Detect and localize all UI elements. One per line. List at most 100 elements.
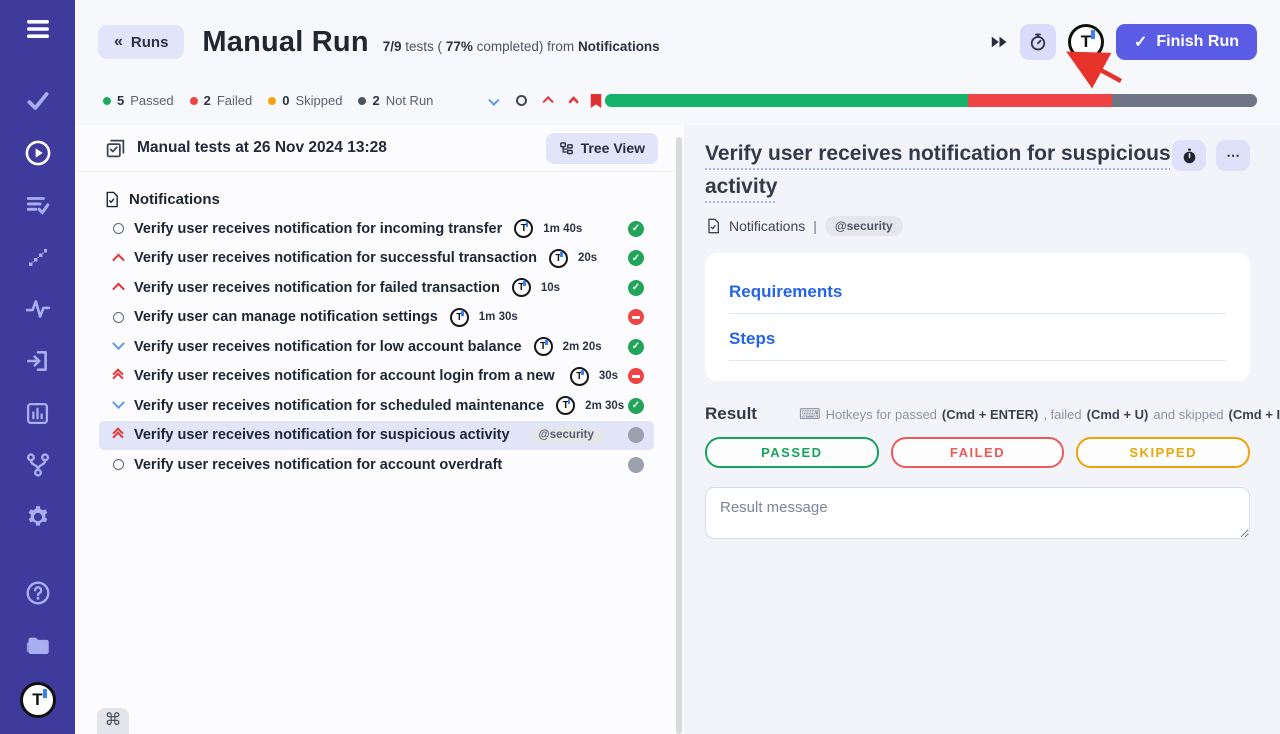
test-row[interactable]: Verify user receives notification for in… [99, 214, 654, 244]
status-icon [628, 457, 644, 473]
test-duration: 2m 30s [585, 400, 624, 412]
branch-icon[interactable] [23, 450, 53, 480]
testomat-logo-icon: T [534, 337, 553, 356]
ellipsis-icon: ⋯ [1226, 148, 1239, 164]
test-title: Verify user receives notification for in… [134, 221, 502, 237]
result-counts: 5Passed 2Failed 0Skipped 2Not Run [103, 93, 433, 108]
priority-icon [111, 369, 125, 383]
top-bar: « Runs Manual Run 7/9 tests ( 77% comple… [75, 0, 1280, 84]
command-icon: ⌘ [105, 710, 122, 730]
stairs-icon[interactable] [23, 242, 53, 272]
list-check-icon[interactable] [23, 190, 53, 220]
bar-chart-icon[interactable] [23, 398, 53, 428]
priority-icon [111, 428, 125, 442]
detail-title[interactable]: Verify user receives notification for su… [705, 137, 1172, 203]
test-duration: 2m 20s [563, 341, 602, 353]
status-icon [628, 368, 644, 384]
failed-dot-icon [190, 97, 198, 105]
priority-icon [111, 458, 125, 472]
list-scrollbar[interactable] [674, 125, 684, 734]
suite-group-notifications[interactable]: Notifications [75, 184, 674, 214]
detail-breadcrumb: Notifications | @security [705, 216, 1250, 236]
test-row[interactable]: Verify user receives notification for lo… [99, 332, 654, 362]
testomat-logo-icon: T [556, 396, 575, 415]
result-message-input[interactable] [705, 487, 1250, 539]
test-title: Verify user receives notification for ac… [134, 457, 502, 473]
test-row[interactable]: Verify user receives notification for ac… [99, 450, 654, 480]
test-tag: @security [530, 427, 603, 444]
test-row[interactable]: Verify user receives notification for ac… [99, 362, 654, 392]
test-row[interactable]: Verify user receives notification for fa… [99, 273, 654, 303]
double-chevron-up-icon[interactable] [564, 94, 578, 108]
command-key-button[interactable]: ⌘ [97, 708, 129, 734]
gear-icon[interactable] [23, 502, 53, 532]
result-heading: Result [705, 404, 757, 424]
circle-icon[interactable] [514, 94, 528, 108]
bookmark-icon[interactable] [589, 94, 603, 108]
run-stats: 7/9 tests ( 77% completed) from Notifica… [383, 39, 660, 54]
notrun-dot-icon [358, 97, 366, 105]
check-icon[interactable] [23, 86, 53, 116]
test-title: Verify user receives notification for ac… [134, 368, 555, 384]
fast-forward-icon[interactable] [991, 35, 1008, 49]
priority-icon [111, 251, 125, 265]
requirements-section[interactable]: Requirements [729, 282, 1226, 314]
timer-mode-button[interactable] [1020, 24, 1056, 60]
passed-count: 5Passed [103, 93, 174, 108]
pulse-icon[interactable] [23, 294, 53, 324]
test-row-selected[interactable]: Verify user receives notification for su… [99, 421, 654, 451]
stopwatch-icon [1181, 147, 1198, 165]
detail-timer-button[interactable] [1172, 140, 1206, 171]
chevron-down-icon[interactable] [489, 94, 503, 108]
test-duration: 10s [541, 282, 560, 294]
folder-icon[interactable] [23, 630, 53, 660]
status-bar: 5Passed 2Failed 0Skipped 2Not Run [75, 84, 1280, 125]
keyboard-icon: ⌨ [799, 405, 821, 423]
tree-view-button[interactable]: Tree View [546, 133, 658, 164]
skipped-button[interactable]: SKIPPED [1076, 437, 1250, 468]
test-row[interactable]: Verify user can manage notification sett… [99, 303, 654, 333]
failed-count: 2Failed [190, 93, 253, 108]
more-options-button[interactable]: ⋯ [1216, 140, 1250, 171]
chevron-up-icon[interactable] [539, 94, 553, 108]
help-icon[interactable] [23, 578, 53, 608]
test-duration: 20s [578, 252, 597, 264]
check-icon: ✓ [1134, 32, 1147, 52]
file-check-icon [705, 218, 721, 234]
progress-failed-segment [968, 94, 1113, 107]
priority-filters [489, 94, 603, 108]
run-title: Manual tests at 26 Nov 2024 13:28 [137, 139, 387, 157]
menu-icon[interactable] [23, 14, 53, 44]
security-tag[interactable]: @security [825, 216, 903, 236]
app-logo[interactable]: T [20, 682, 56, 718]
scrollbar-thumb[interactable] [676, 137, 682, 734]
passed-dot-icon [103, 97, 111, 105]
test-list-panel: Manual tests at 26 Nov 2024 13:28 Tree V… [75, 125, 674, 734]
import-icon[interactable] [23, 346, 53, 376]
test-title: Verify user receives notification for su… [134, 427, 510, 443]
passed-button[interactable]: PASSED [705, 437, 879, 468]
sidebar: T [0, 0, 75, 734]
breadcrumb-group[interactable]: Notifications [729, 218, 805, 234]
status-icon [628, 339, 644, 355]
progress-notrun-segment [1112, 94, 1257, 107]
test-detail-panel: Verify user receives notification for su… [684, 125, 1280, 734]
finish-run-button[interactable]: ✓ Finish Run [1116, 24, 1257, 60]
testomat-logo-icon: T [570, 367, 589, 386]
user-logo-avatar[interactable]: T [1068, 24, 1104, 60]
run-progress-bar[interactable] [605, 94, 1257, 107]
back-to-runs-button[interactable]: « Runs [98, 25, 184, 59]
failed-button[interactable]: FAILED [891, 437, 1065, 468]
steps-section[interactable]: Steps [729, 329, 1226, 361]
test-row[interactable]: Verify user receives notification for su… [99, 244, 654, 274]
test-row[interactable]: Verify user receives notification for sc… [99, 391, 654, 421]
play-circle-icon[interactable] [23, 138, 53, 168]
test-title: Verify user receives notification for sc… [134, 398, 544, 414]
status-icon [628, 398, 644, 414]
checklist-icon [105, 138, 126, 159]
testomat-logo-icon: T [450, 308, 469, 327]
priority-icon [111, 222, 125, 236]
test-list-header: Manual tests at 26 Nov 2024 13:28 Tree V… [75, 125, 674, 172]
priority-icon [111, 399, 125, 413]
test-title: Verify user can manage notification sett… [134, 309, 438, 325]
